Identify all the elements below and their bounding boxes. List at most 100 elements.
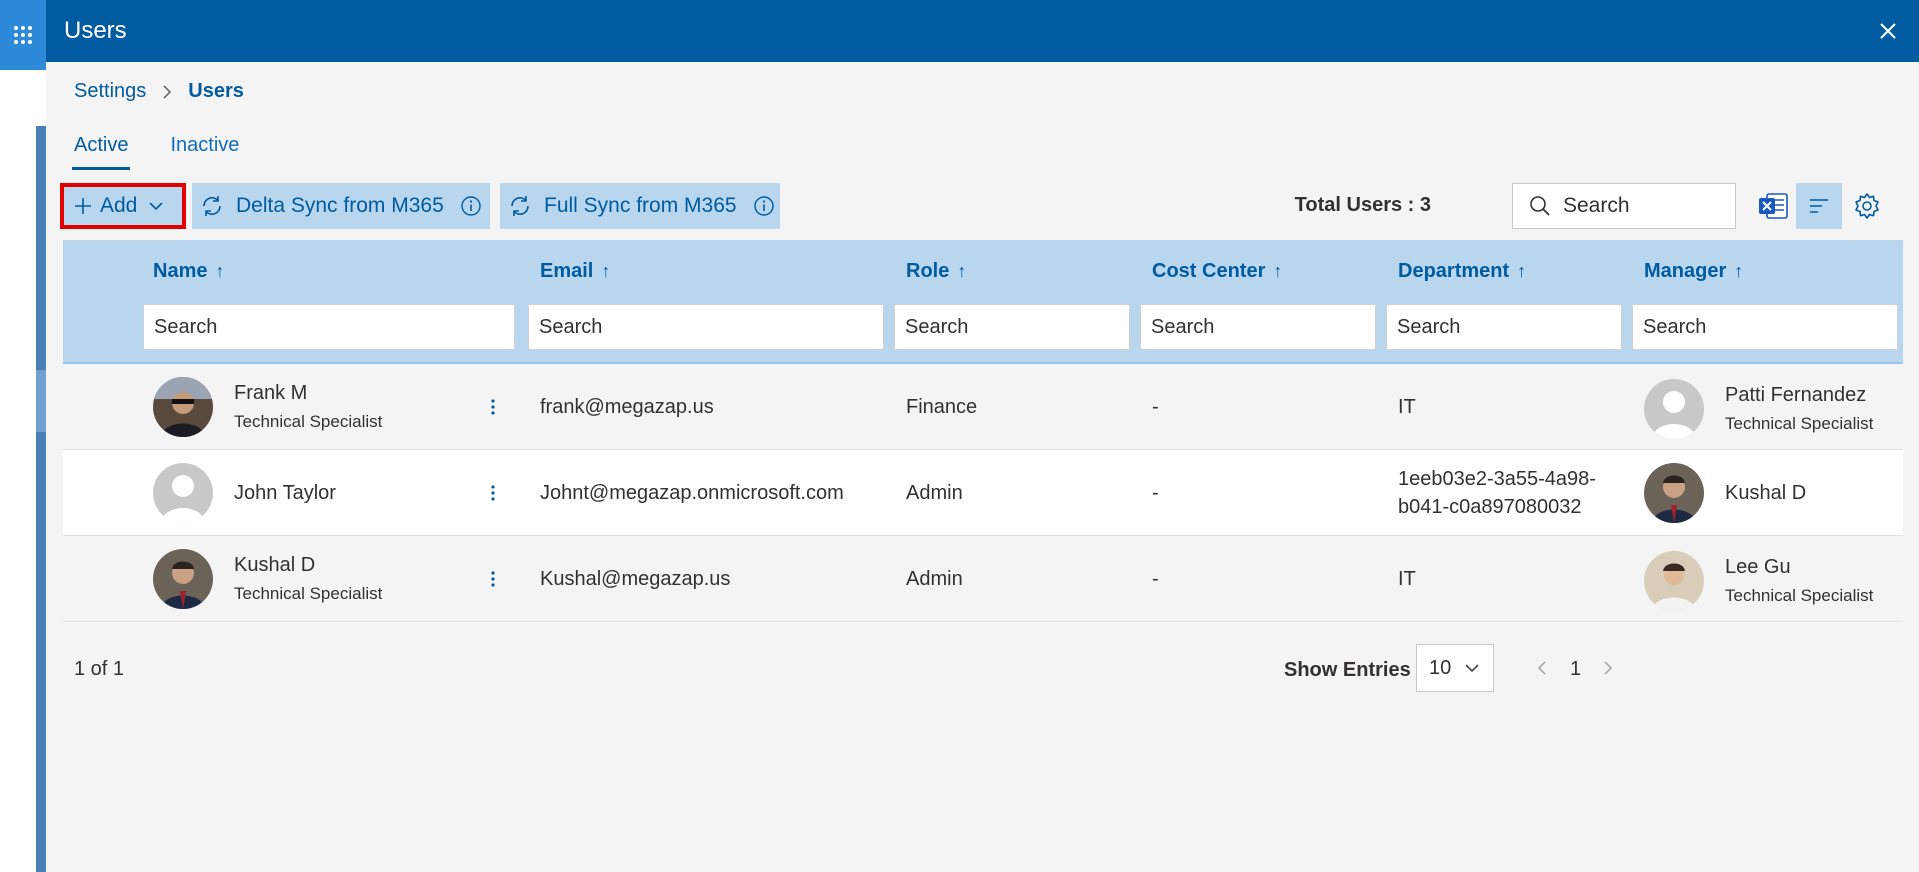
column-header-department[interactable]: Department ↑ bbox=[1398, 260, 1526, 283]
user-role: Admin bbox=[906, 482, 963, 504]
current-page-number[interactable]: 1 bbox=[1570, 658, 1581, 681]
user-email: frank@megazap.us bbox=[540, 396, 714, 418]
breadcrumb-current: Users bbox=[188, 80, 244, 102]
column-header-email[interactable]: Email ↑ bbox=[540, 260, 610, 283]
department-filter-input[interactable] bbox=[1387, 305, 1621, 349]
avatar bbox=[153, 463, 213, 523]
avatar bbox=[153, 377, 213, 437]
more-options-button[interactable] bbox=[483, 392, 503, 422]
column-label: Department bbox=[1398, 260, 1510, 282]
tab-bar: Active Inactive bbox=[72, 130, 279, 170]
user-cost-center: - bbox=[1152, 396, 1159, 418]
department-filter[interactable] bbox=[1386, 304, 1622, 350]
search-input[interactable] bbox=[1563, 194, 1723, 218]
show-entries-label: Show Entries bbox=[1284, 659, 1411, 681]
sort-arrow-icon: ↑ bbox=[1517, 261, 1527, 281]
user-department: IT bbox=[1398, 568, 1416, 590]
column-header-role[interactable]: Role ↑ bbox=[906, 260, 966, 283]
breadcrumb-settings-link[interactable]: Settings bbox=[74, 80, 146, 103]
tab-active[interactable]: Active bbox=[72, 130, 131, 170]
sync-icon bbox=[511, 196, 529, 216]
table-footer: 1 of 1 Show Entries 10 1 bbox=[74, 644, 1899, 694]
name-filter[interactable] bbox=[143, 304, 515, 350]
manager-name[interactable]: Patti Fernandez bbox=[1725, 384, 1866, 407]
table-row[interactable]: Kushal D Technical Specialist Kushal@meg… bbox=[63, 536, 1903, 622]
user-role: Admin bbox=[906, 568, 963, 590]
add-button[interactable]: Add bbox=[60, 183, 186, 229]
background-app bbox=[0, 0, 46, 872]
name-filter-input[interactable] bbox=[144, 305, 514, 349]
breadcrumb: Settings Users bbox=[74, 80, 244, 103]
entries-per-page-select[interactable]: 10 bbox=[1416, 644, 1494, 692]
delta-sync-button[interactable]: Delta Sync from M365 bbox=[192, 183, 490, 229]
close-button[interactable] bbox=[1871, 14, 1905, 48]
manager-name[interactable]: Lee Gu bbox=[1725, 556, 1791, 579]
email-filter[interactable] bbox=[528, 304, 884, 350]
tab-inactive[interactable]: Inactive bbox=[168, 130, 241, 170]
column-label: Role bbox=[906, 260, 950, 282]
full-sync-label: Full Sync from M365 bbox=[544, 194, 737, 217]
more-options-button[interactable] bbox=[483, 564, 503, 594]
info-icon[interactable] bbox=[460, 195, 482, 217]
export-excel-button[interactable] bbox=[1750, 183, 1796, 229]
user-title: Technical Specialist bbox=[234, 584, 383, 603]
column-header-manager[interactable]: Manager ↑ bbox=[1644, 260, 1743, 283]
full-sync-button[interactable]: Full Sync from M365 bbox=[500, 183, 780, 229]
search-box[interactable] bbox=[1512, 183, 1736, 229]
delta-sync-label: Delta Sync from M365 bbox=[236, 194, 444, 217]
chevron-right-icon bbox=[162, 84, 172, 100]
column-header-name[interactable]: Name ↑ bbox=[153, 260, 224, 283]
sort-arrow-icon: ↑ bbox=[1734, 261, 1744, 281]
panel-header: Users bbox=[46, 0, 1919, 62]
search-icon bbox=[1530, 196, 1550, 216]
table-row[interactable]: Frank M Technical Specialist frank@megaz… bbox=[63, 364, 1903, 450]
table-row[interactable]: John Taylor Johnt@megazap.onmicrosoft.co… bbox=[63, 450, 1903, 536]
total-users-count: Total Users : 3 bbox=[1294, 194, 1431, 216]
sort-arrow-icon: ↑ bbox=[601, 261, 611, 281]
settings-button[interactable] bbox=[1844, 183, 1890, 229]
column-label: Name bbox=[153, 260, 208, 282]
info-icon[interactable] bbox=[753, 195, 775, 217]
excel-icon bbox=[1759, 193, 1788, 219]
user-email: Johnt@megazap.onmicrosoft.com bbox=[540, 482, 844, 504]
users-table: Name ↑ Email ↑ Role ↑ Cost Center ↑ Departme… bbox=[63, 240, 1903, 622]
manager-name[interactable]: Kushal D bbox=[1725, 482, 1806, 505]
close-icon bbox=[1880, 23, 1896, 39]
user-role: Finance bbox=[906, 396, 978, 418]
manager-filter[interactable] bbox=[1632, 304, 1898, 350]
sync-icon bbox=[203, 196, 221, 216]
toolbar: Add Delta Sync from M365 Full Sync from … bbox=[60, 183, 1905, 229]
manager-avatar bbox=[1644, 551, 1704, 611]
role-filter[interactable] bbox=[894, 304, 1130, 350]
column-label: Email bbox=[540, 260, 594, 282]
manager-filter-input[interactable] bbox=[1633, 305, 1897, 349]
more-options-button[interactable] bbox=[483, 478, 503, 508]
cost-center-filter-input[interactable] bbox=[1141, 305, 1375, 349]
entries-value: 10 bbox=[1429, 656, 1452, 679]
next-page-button[interactable] bbox=[1596, 656, 1620, 680]
sort-lines-icon bbox=[1810, 199, 1828, 213]
user-name[interactable]: Frank M bbox=[234, 382, 307, 405]
user-name[interactable]: John Taylor bbox=[234, 482, 336, 505]
page-count: 1 of 1 bbox=[74, 658, 125, 680]
app-launcher-icon[interactable] bbox=[0, 0, 46, 70]
chevron-down-icon bbox=[1465, 663, 1479, 673]
email-filter-input[interactable] bbox=[529, 305, 883, 349]
user-department-continued: b041-c0a897080032 bbox=[1398, 496, 1582, 518]
panel-title: Users bbox=[64, 17, 127, 44]
previous-page-button[interactable] bbox=[1530, 656, 1554, 680]
role-filter-input[interactable] bbox=[895, 305, 1129, 349]
manager-avatar bbox=[1644, 379, 1704, 439]
cost-center-filter[interactable] bbox=[1140, 304, 1376, 350]
more-vertical-icon bbox=[491, 485, 495, 501]
plus-icon bbox=[75, 198, 91, 214]
chevron-down-icon bbox=[149, 202, 163, 211]
users-panel: Users Settings Users Active Inactive Add… bbox=[46, 0, 1919, 872]
column-header-cost-center[interactable]: Cost Center ↑ bbox=[1152, 260, 1282, 283]
user-name[interactable]: Kushal D bbox=[234, 554, 315, 577]
sort-button[interactable] bbox=[1796, 183, 1842, 229]
user-title: Technical Specialist bbox=[234, 412, 383, 431]
table-header: Name ↑ Email ↑ Role ↑ Cost Center ↑ Departme… bbox=[63, 240, 1903, 364]
sort-arrow-icon: ↑ bbox=[1273, 261, 1283, 281]
user-cost-center: - bbox=[1152, 568, 1159, 590]
